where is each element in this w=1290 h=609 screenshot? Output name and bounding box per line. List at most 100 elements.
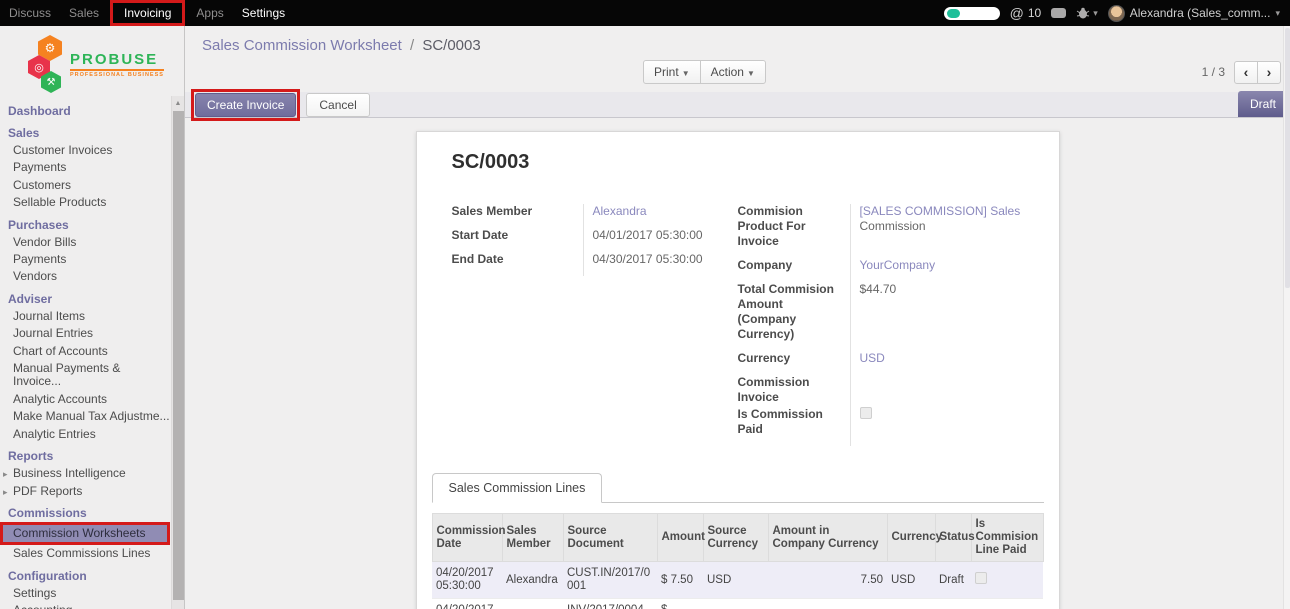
field-label: Start Date <box>452 228 583 252</box>
sidebar-header-reports[interactable]: Reports <box>0 448 170 465</box>
sidebar-item-sales-commissions-lines[interactable]: Sales Commissions Lines <box>0 545 170 562</box>
table-row[interactable]: 04/20/2017 05:30:00 Alexandra INV/2017/0… <box>432 599 1043 609</box>
field-label: Total Commision Amount (Company Currency… <box>738 282 850 351</box>
chevron-down-icon: ▼ <box>747 69 755 78</box>
table-row[interactable]: 04/20/2017 05:30:00 Alexandra CUST.IN/20… <box>432 562 1043 599</box>
commission-lines-table: Commission Date Sales Member Source Docu… <box>432 513 1044 609</box>
sidebar-item-commission-worksheets[interactable]: Commission Worksheets <box>0 522 170 545</box>
avatar <box>1108 5 1125 22</box>
col-amount-company-currency[interactable]: Amount in Company Currency <box>768 514 887 562</box>
sidebar-item-accounting[interactable]: ▸Accounting <box>0 602 170 609</box>
currency-link[interactable]: USD <box>860 351 885 365</box>
sidebar-item-journal-items[interactable]: Journal Items <box>0 308 170 325</box>
sidebar-item-vendors[interactable]: Vendors <box>0 268 170 285</box>
pager-previous-button[interactable]: ‹ <box>1234 61 1258 84</box>
sidebar-item-payments-purchases[interactable]: Payments <box>0 251 170 268</box>
annotation-box-commission-worksheets: Commission Worksheets <box>0 522 170 545</box>
topbar-menu-invoicing[interactable]: Invoicing <box>115 0 180 26</box>
field-group-left: Sales Member Alexandra Start Date 04/01/… <box>452 204 728 446</box>
print-dropdown-button[interactable]: Print▼ <box>643 60 701 84</box>
sidebar-header-sales[interactable]: Sales <box>0 125 170 142</box>
scroll-up-arrow-icon[interactable]: ▲ <box>172 96 184 110</box>
page-scrollbar[interactable] <box>1283 26 1290 609</box>
sidebar-header-commissions[interactable]: Commissions <box>0 505 170 522</box>
debug-menu[interactable]: ▾ <box>1076 7 1098 19</box>
sidebar-header-purchases[interactable]: Purchases <box>0 217 170 234</box>
commission-invoice-value <box>850 375 1044 407</box>
create-invoice-button[interactable]: Create Invoice <box>195 93 296 117</box>
field-end-date: End Date 04/30/2017 05:30:00 <box>452 252 728 276</box>
logo-subtitle: PROFESSIONAL BUSINESS <box>70 69 164 78</box>
sidebar-item-journal-entries[interactable]: Journal Entries <box>0 325 170 342</box>
breadcrumb-parent-link[interactable]: Sales Commission Worksheet <box>202 37 402 54</box>
sidebar-item-analytic-entries[interactable]: Analytic Entries <box>0 426 170 443</box>
sheet-area: SC/0003 Sales Member Alexandra Start Dat… <box>185 118 1290 609</box>
topbar-menu-discuss[interactable]: Discuss <box>0 0 60 26</box>
sidebar-item-chart-of-accounts[interactable]: Chart of Accounts <box>0 343 170 360</box>
topbar-menu-settings[interactable]: Settings <box>233 0 294 26</box>
sidebar-menu: Dashboard Sales Customer Invoices Paymen… <box>0 103 184 609</box>
mention-count: 10 <box>1028 6 1041 20</box>
cancel-button[interactable]: Cancel <box>306 93 369 117</box>
chat-bubble-icon[interactable] <box>1051 8 1066 18</box>
sidebar-item-business-intelligence[interactable]: ▸Business Intelligence <box>0 465 170 482</box>
mentions-counter[interactable]: @ 10 <box>1010 5 1042 21</box>
sales-member-link[interactable]: Alexandra <box>593 204 647 218</box>
notebook-tabs: Sales Commission Lines <box>432 472 1044 503</box>
col-status[interactable]: Status <box>935 514 971 562</box>
sidebar-header-adviser[interactable]: Adviser <box>0 291 170 308</box>
topbar-menu-apps[interactable]: Apps <box>187 0 232 26</box>
is-commission-paid-checkbox[interactable] <box>860 407 872 419</box>
at-icon: @ <box>1010 5 1024 21</box>
probuse-logo: ⚙ ◎ ⚒ PROBUSE PROFESSIONAL BUSINESS <box>28 35 174 93</box>
field-company: Company YourCompany <box>738 258 1044 282</box>
company-link[interactable]: YourCompany <box>860 258 936 272</box>
breadcrumb-current: SC/0003 <box>422 37 480 54</box>
sidebar-item-settings[interactable]: Settings <box>0 585 170 602</box>
pager-next-button[interactable]: › <box>1257 61 1281 84</box>
line-paid-checkbox[interactable] <box>975 572 987 584</box>
annotation-box-invoicing: Invoicing <box>110 0 185 26</box>
table-header-row: Commission Date Sales Member Source Docu… <box>432 514 1043 562</box>
col-source-currency[interactable]: Source Currency <box>703 514 768 562</box>
tab-sales-commission-lines[interactable]: Sales Commission Lines <box>432 473 603 503</box>
sidebar-item-vendor-bills[interactable]: Vendor Bills <box>0 234 170 251</box>
field-start-date: Start Date 04/01/2017 05:30:00 <box>452 228 728 252</box>
sidebar-item-make-manual-tax-adjustments[interactable]: Make Manual Tax Adjustme... <box>0 408 170 425</box>
sidebar-header-configuration[interactable]: Configuration <box>0 568 170 585</box>
field-label: Currency <box>738 351 850 375</box>
topbar-menu-sales[interactable]: Sales <box>60 0 108 26</box>
end-date-value: 04/30/2017 05:30:00 <box>583 252 728 276</box>
page-scrollbar-thumb[interactable] <box>1285 28 1290 288</box>
col-sales-member[interactable]: Sales Member <box>502 514 563 562</box>
field-label: End Date <box>452 252 583 276</box>
col-amount[interactable]: Amount <box>657 514 703 562</box>
timer-pill <box>944 7 1000 20</box>
field-label: Company <box>738 258 850 282</box>
sidebar-item-customers[interactable]: Customers <box>0 177 170 194</box>
col-is-commission-line-paid[interactable]: Is Commision Line Paid <box>971 514 1043 562</box>
sidebar-scrollbar-thumb[interactable] <box>173 111 184 600</box>
top-navbar: Discuss Sales Invoicing Apps Settings @ … <box>0 0 1290 26</box>
sidebar-item-sellable-products[interactable]: Sellable Products <box>0 194 170 211</box>
status-badge-draft[interactable]: Draft <box>1238 91 1288 117</box>
toolbar: Print▼ Action▼ 1 / 3 ‹ › <box>185 56 1290 88</box>
sidebar-item-manual-payments-invoice[interactable]: Manual Payments & Invoice... <box>0 360 170 391</box>
col-source-document[interactable]: Source Document <box>563 514 657 562</box>
col-currency[interactable]: Currency <box>887 514 935 562</box>
col-commission-date[interactable]: Commission Date <box>432 514 502 562</box>
breadcrumb-separator: / <box>410 37 414 54</box>
commission-product-link[interactable]: [SALES COMMISSION] Sales <box>860 204 1021 218</box>
sidebar-item-payments[interactable]: Payments <box>0 159 170 176</box>
record-title: SC/0003 <box>452 151 1044 174</box>
sidebar-item-customer-invoices[interactable]: Customer Invoices <box>0 142 170 159</box>
sidebar-item-analytic-accounts[interactable]: Analytic Accounts <box>0 391 170 408</box>
field-group-right: Commision Product For Invoice [SALES COM… <box>738 204 1044 446</box>
sidebar-item-pdf-reports[interactable]: ▸PDF Reports <box>0 483 170 500</box>
commission-product-rest: Commission <box>860 219 926 233</box>
action-dropdown-button[interactable]: Action▼ <box>700 60 766 84</box>
user-menu[interactable]: Alexandra (Sales_comm... ▾ <box>1108 5 1280 22</box>
sidebar-scrollbar[interactable]: ▲ <box>171 96 184 609</box>
sidebar-header-dashboard[interactable]: Dashboard <box>0 103 170 120</box>
bug-icon <box>1076 7 1090 19</box>
